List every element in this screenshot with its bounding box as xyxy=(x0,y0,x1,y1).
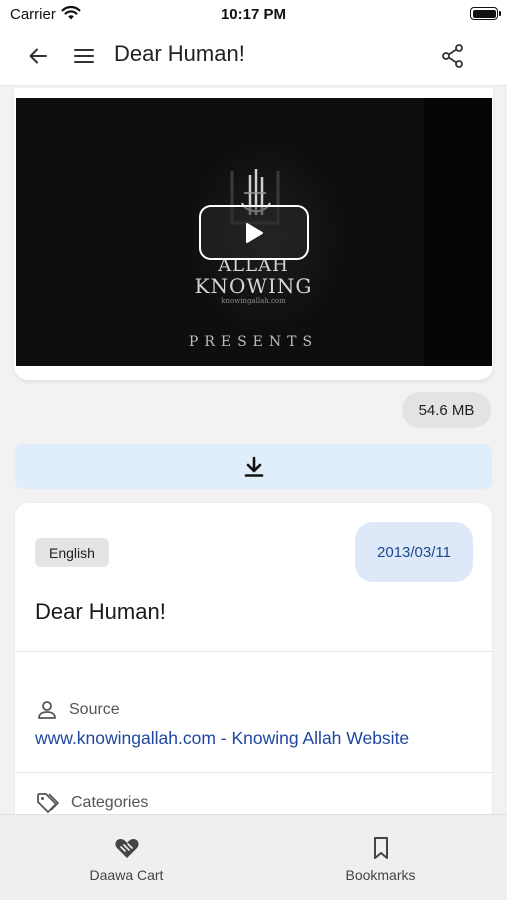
page-title: Dear Human! xyxy=(114,41,245,66)
categories-label-row: Categories xyxy=(35,791,148,814)
content-scroll[interactable]: ALLAH KNOWING knowingallah.com PRESENTS … xyxy=(0,86,507,814)
file-size-badge: 54.6 MB xyxy=(402,392,491,428)
source-link[interactable]: www.knowingallah.com - Knowing Allah Web… xyxy=(35,728,409,749)
brand-url: knowingallah.com xyxy=(221,297,286,305)
play-icon xyxy=(246,222,263,243)
back-button[interactable] xyxy=(20,38,56,74)
video-card: ALLAH KNOWING knowingallah.com PRESENTS xyxy=(14,88,493,380)
battery-icon xyxy=(470,7,498,20)
tag-icon xyxy=(37,793,59,813)
heart-hands-icon xyxy=(114,839,139,858)
item-title: Dear Human! xyxy=(35,599,166,624)
share-button[interactable] xyxy=(435,38,471,74)
share-icon xyxy=(442,44,463,68)
clock: 10:17 PM xyxy=(220,6,287,23)
person-icon xyxy=(38,701,56,719)
categories-label: Categories xyxy=(71,794,149,811)
menu-icon xyxy=(74,49,94,63)
bottom-nav: Daawa Cart Bookmarks xyxy=(0,814,507,900)
bookmark-icon xyxy=(373,837,388,859)
video-player[interactable]: ALLAH KNOWING knowingallah.com PRESENTS xyxy=(16,98,492,366)
download-icon xyxy=(244,456,263,477)
battery-tip xyxy=(499,11,501,16)
nav-bookmarks[interactable]: Bookmarks xyxy=(254,815,507,900)
source-label: Source xyxy=(69,701,120,718)
nav-label-cart: Daawa Cart xyxy=(89,867,164,883)
brand-line2: KNOWING xyxy=(194,274,313,298)
divider xyxy=(15,772,492,773)
source-label-row: Source xyxy=(35,698,120,722)
download-button[interactable] xyxy=(15,444,492,489)
menu-button[interactable] xyxy=(66,38,102,74)
back-arrow-icon xyxy=(29,48,47,64)
app-bar: Dear Human! xyxy=(0,28,507,86)
info-card: English 2013/03/11 Dear Human! Source ww… xyxy=(15,503,492,814)
status-bar: Carrier 10:17 PM xyxy=(0,0,507,28)
video-presents-text: PRESENTS xyxy=(188,334,319,350)
language-chip[interactable]: English xyxy=(35,538,109,567)
date-chip: 2013/03/11 xyxy=(355,522,473,582)
video-brand: ALLAH KNOWING knowingallah.com xyxy=(166,256,341,306)
divider xyxy=(15,651,492,652)
nav-daawa-cart[interactable]: Daawa Cart xyxy=(0,815,253,900)
nav-label-bookmarks: Bookmarks xyxy=(345,867,416,883)
play-button[interactable] xyxy=(199,205,309,260)
